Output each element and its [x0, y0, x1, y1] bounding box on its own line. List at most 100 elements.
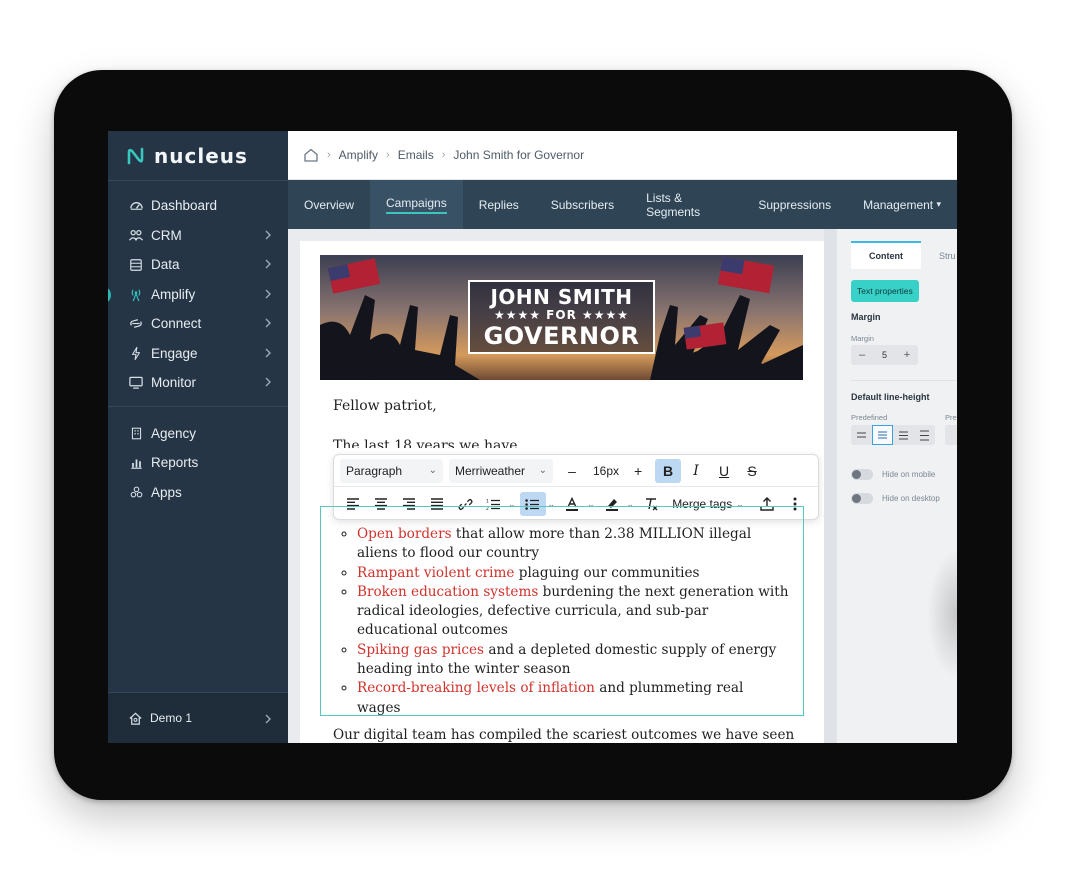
- tab-content[interactable]: Content: [851, 241, 921, 269]
- email-canvas: JOHN SMITH ★★★★ FOR ★★★★ GOVERNOR Fellow…: [288, 229, 836, 743]
- apps-icon: [128, 484, 144, 500]
- panel-divider: [851, 380, 957, 381]
- font-size-value[interactable]: 16px: [593, 464, 619, 478]
- tab-campaigns[interactable]: Campaigns: [370, 180, 463, 229]
- sidebar-item-dashboard[interactable]: Dashboard: [108, 191, 288, 221]
- sidebar-item-engage[interactable]: Engage: [108, 339, 288, 369]
- home-icon: [129, 712, 142, 725]
- hide-on-desktop-row: Hide on desktop: [851, 493, 940, 504]
- tab-management[interactable]: Management ▾: [847, 180, 957, 229]
- chevron-right-icon: ›: [441, 149, 446, 161]
- canvas-scrollbar[interactable]: [824, 229, 836, 743]
- line-height-loose-icon[interactable]: [914, 425, 935, 445]
- block-type-select[interactable]: Paragraph ⌄: [340, 458, 443, 483]
- svg-text:1: 1: [486, 498, 489, 504]
- building-icon: [128, 425, 144, 441]
- sidebar-item-label: Apps: [151, 484, 182, 500]
- sidebar-item-connect[interactable]: Connect: [108, 309, 288, 339]
- app-name: nucleus: [154, 143, 248, 168]
- margin-stepper[interactable]: – 5 +: [851, 345, 918, 365]
- sidebar-item-data[interactable]: Data: [108, 250, 288, 280]
- tab-subscribers[interactable]: Subscribers: [535, 180, 630, 229]
- sidebar-item-label: Agency: [151, 425, 197, 441]
- chevron-right-icon: [265, 230, 271, 239]
- sidebar-item-crm[interactable]: CRM: [108, 221, 288, 251]
- increase-font-size-button[interactable]: +: [625, 459, 651, 483]
- margin-value[interactable]: 5: [882, 350, 887, 360]
- custom-line-height-field[interactable]: [945, 425, 957, 445]
- chevron-down-icon: ⌄: [538, 465, 547, 476]
- hide-on-desktop-toggle[interactable]: [851, 493, 873, 504]
- tab-structure[interactable]: Stru: [921, 251, 956, 269]
- tab-overview[interactable]: Overview: [288, 180, 370, 229]
- monitor-icon: [128, 375, 144, 391]
- toolbar-row-1: Paragraph ⌄ Merriweather ⌄ – 16px + B I U …: [334, 455, 818, 487]
- banner-line-3: GOVERNOR: [483, 321, 640, 350]
- decrease-font-size-button[interactable]: –: [559, 459, 585, 483]
- list-item[interactable]: Open borders that allow more than 2.38 M…: [357, 525, 789, 564]
- chevron-down-icon: ⌄: [428, 465, 437, 476]
- underline-button[interactable]: U: [711, 459, 737, 483]
- sidebar-item-label: Amplify: [151, 286, 196, 302]
- chevron-right-icon: [265, 348, 271, 357]
- line-height-normal-icon[interactable]: [872, 425, 893, 445]
- broadcast-icon: [128, 286, 144, 302]
- margin-heading: Margin: [851, 312, 881, 322]
- sidebar-item-monitor[interactable]: Monitor: [108, 368, 288, 398]
- panel-tabs: Content Stru: [837, 229, 957, 269]
- nucleus-logo-icon: [127, 147, 144, 164]
- sidebar-item-label: Dashboard: [151, 198, 218, 214]
- chevron-right-icon: [265, 259, 271, 269]
- line-height-tight-icon[interactable]: [851, 425, 872, 445]
- line-height-heading: Default line-height: [851, 392, 930, 402]
- margin-increase-button[interactable]: +: [900, 349, 914, 361]
- dashboard-icon: [128, 198, 144, 214]
- text-properties-chip[interactable]: Text properties: [851, 280, 919, 302]
- email-partial-line[interactable]: The last 18 years we have ...: [333, 438, 803, 448]
- chevron-right-icon: [265, 377, 271, 387]
- list-item[interactable]: Spiking gas prices and a depleted domest…: [357, 641, 789, 680]
- bar-chart-icon: [128, 455, 144, 471]
- bullet-list: Open borders that allow more than 2.38 M…: [321, 507, 803, 718]
- tab-replies[interactable]: Replies: [463, 180, 535, 229]
- line-height-relaxed-icon[interactable]: [893, 425, 914, 445]
- app-screen: nucleus Dashboard CRM Data Amplify Conne…: [108, 131, 957, 743]
- chevron-right-icon: [265, 289, 271, 298]
- bold-button[interactable]: B: [655, 458, 682, 483]
- italic-button[interactable]: I: [683, 459, 709, 483]
- panel-shadow: [927, 549, 957, 679]
- sidebar-item-amplify[interactable]: Amplify: [108, 280, 288, 310]
- logo[interactable]: nucleus: [108, 131, 288, 181]
- email-body: JOHN SMITH ★★★★ FOR ★★★★ GOVERNOR Fellow…: [300, 241, 836, 743]
- chevron-right-icon: [265, 318, 271, 328]
- sidebar: nucleus Dashboard CRM Data Amplify Conne…: [108, 131, 288, 743]
- selected-text-block[interactable]: Open borders that allow more than 2.38 M…: [320, 506, 804, 716]
- strikethrough-button[interactable]: S: [739, 459, 765, 483]
- tab-bar: Overview Campaigns Replies Subscribers L…: [288, 180, 957, 229]
- banner-image[interactable]: JOHN SMITH ★★★★ FOR ★★★★ GOVERNOR: [320, 255, 803, 380]
- sidebar-item-apps[interactable]: Apps: [108, 478, 288, 508]
- hide-on-mobile-label: Hide on mobile: [882, 470, 936, 479]
- tab-lists-segments[interactable]: Lists & Segments: [630, 180, 742, 229]
- account-switcher[interactable]: Demo 1: [108, 692, 288, 743]
- breadcrumb-emails[interactable]: Emails: [398, 148, 434, 162]
- banner-title-box: JOHN SMITH ★★★★ FOR ★★★★ GOVERNOR: [468, 280, 655, 354]
- sidebar-item-reports[interactable]: Reports: [108, 448, 288, 478]
- email-greeting[interactable]: Fellow patriot,: [333, 398, 437, 414]
- font-family-select[interactable]: Merriweather ⌄: [449, 458, 553, 483]
- sidebar-item-label: Engage: [151, 345, 198, 361]
- margin-decrease-button[interactable]: –: [855, 349, 869, 361]
- tab-suppressions[interactable]: Suppressions: [742, 180, 847, 229]
- email-paragraph[interactable]: Our digital team has compiled the scarie…: [333, 727, 794, 743]
- sidebar-item-agency[interactable]: Agency: [108, 419, 288, 449]
- sidebar-divider: [108, 405, 288, 407]
- breadcrumb-amplify[interactable]: Amplify: [339, 148, 378, 162]
- hide-on-mobile-toggle[interactable]: [851, 469, 873, 480]
- home-icon[interactable]: [303, 147, 319, 163]
- breadcrumb: › Amplify › Emails › John Smith for Gove…: [288, 131, 957, 180]
- list-item[interactable]: Record-breaking levels of inflation and …: [357, 679, 789, 718]
- caret-down-icon: ▾: [936, 199, 941, 209]
- predefined-label: Predefined: [851, 413, 888, 422]
- list-item[interactable]: Rampant violent crime plaguing our commu…: [357, 564, 789, 583]
- list-item[interactable]: Broken education systems burdening the n…: [357, 583, 789, 641]
